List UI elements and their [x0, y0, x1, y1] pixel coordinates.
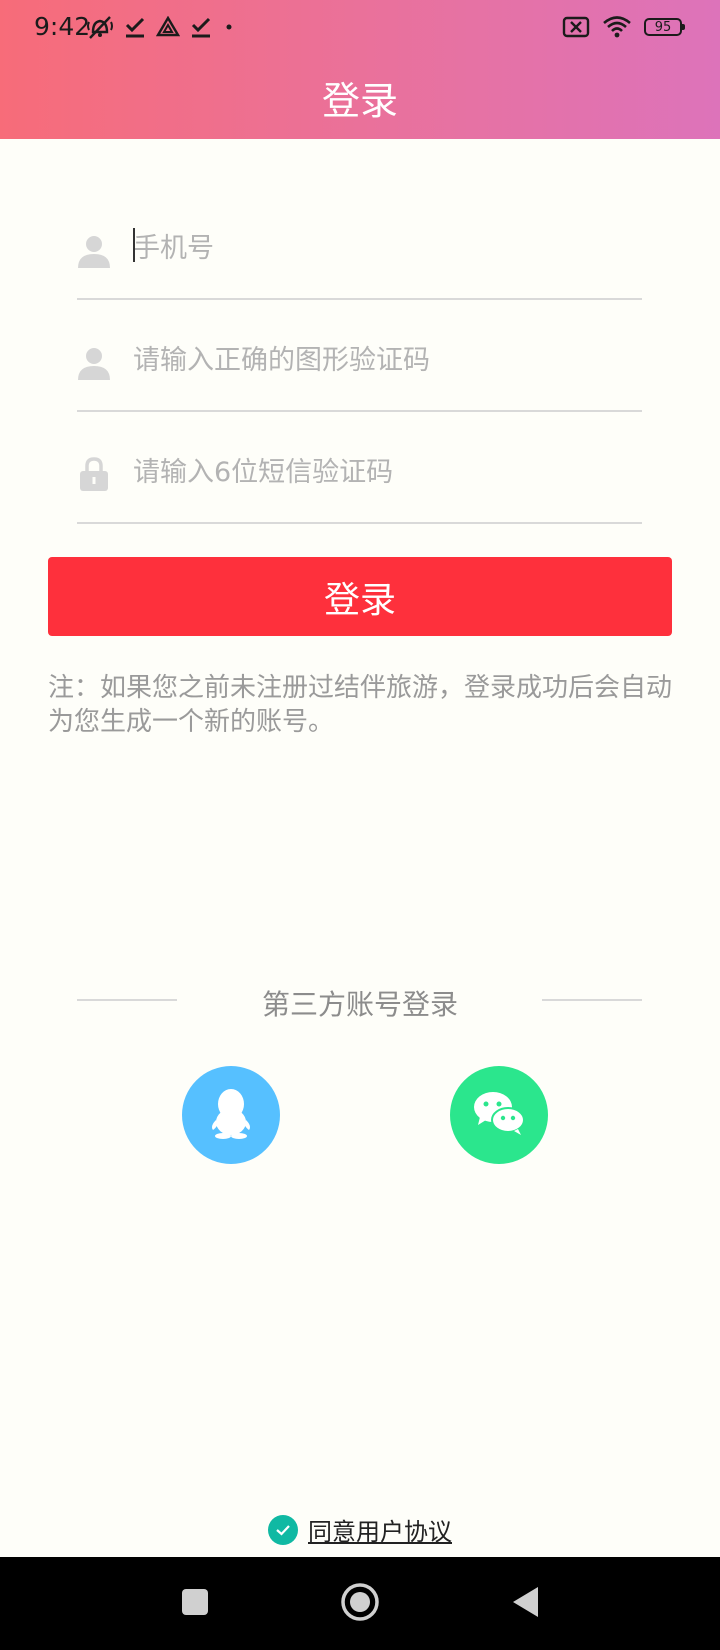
- page-title: 登录: [321, 79, 398, 123]
- login-button[interactable]: 登录: [48, 557, 672, 636]
- wechat-login-button[interactable]: [450, 1066, 548, 1164]
- check-download-icon: [124, 15, 146, 39]
- sim-off-icon: [562, 16, 590, 38]
- third-party-label: 第三方账号登录: [261, 988, 458, 1021]
- battery-icon: 95: [644, 18, 685, 36]
- check-icon: [276, 1524, 290, 1536]
- status-icons-left: [86, 12, 236, 42]
- sms-code-field: [77, 424, 642, 524]
- home-icon: [340, 1582, 380, 1626]
- user-icon: [77, 340, 111, 380]
- sms-code-input[interactable]: [133, 450, 642, 494]
- qq-login-button[interactable]: [182, 1066, 280, 1164]
- app-header: 9:42 95 登录: [0, 0, 720, 139]
- back-button[interactable]: [495, 1557, 555, 1650]
- text-cursor: [133, 228, 135, 262]
- user-agreement-link[interactable]: 同意用户协议: [308, 1512, 452, 1547]
- agreement-checkbox[interactable]: [268, 1514, 298, 1545]
- user-icon: [77, 228, 111, 268]
- silent-alarm-icon: [86, 14, 114, 40]
- divider-right: [542, 999, 642, 1001]
- phone-field: [77, 200, 642, 300]
- captcha-field: [77, 312, 642, 412]
- register-note: 注：如果您之前未注册过结伴旅游，登录成功后会自动为您生成一个新的账号。: [48, 673, 673, 737]
- wechat-icon: [472, 1089, 526, 1141]
- drive-icon: [156, 16, 180, 38]
- qq-icon: [206, 1086, 256, 1144]
- recent-apps-icon: [180, 1587, 210, 1621]
- check-download-icon: [190, 15, 212, 39]
- wifi-icon: [602, 15, 632, 39]
- status-icons-right: 95: [562, 12, 685, 42]
- system-nav-bar: [0, 1557, 720, 1650]
- status-time: 9:42: [34, 12, 91, 41]
- home-button[interactable]: [330, 1557, 390, 1650]
- recent-apps-button[interactable]: [165, 1557, 225, 1650]
- back-icon: [510, 1585, 540, 1623]
- captcha-input[interactable]: [133, 338, 642, 382]
- phone-input[interactable]: [133, 226, 642, 270]
- lock-icon: [77, 452, 111, 492]
- dot-icon: [222, 20, 236, 34]
- agreement-row: 同意用户协议: [0, 1512, 720, 1547]
